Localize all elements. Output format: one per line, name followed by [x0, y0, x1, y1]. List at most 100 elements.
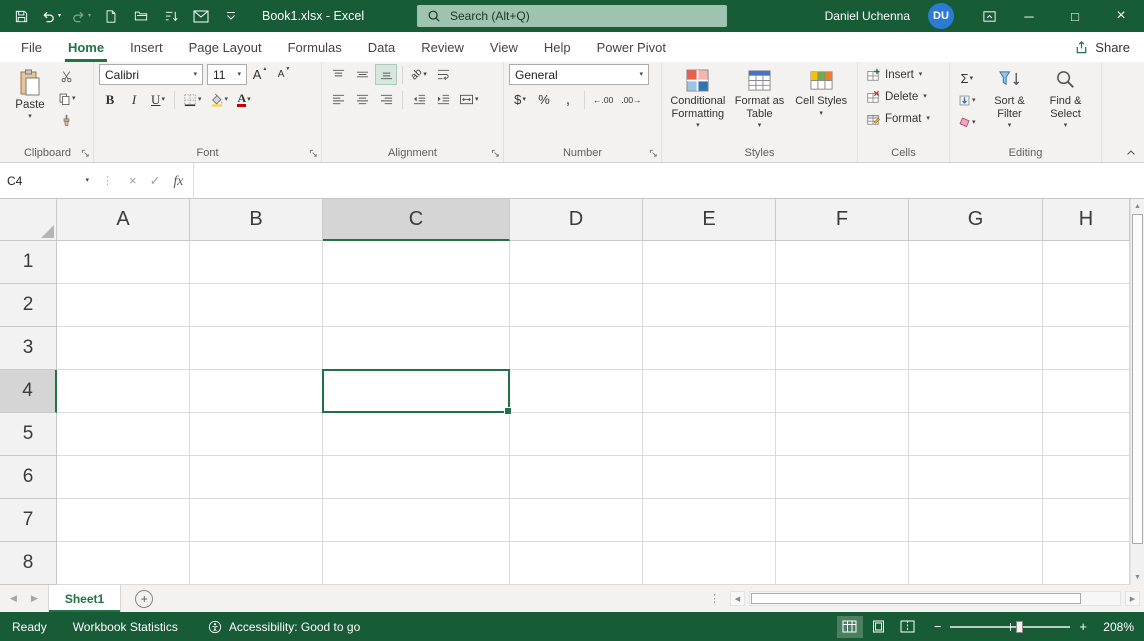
- undo-button[interactable]: ▾: [38, 2, 64, 30]
- underline-button[interactable]: U ▾: [147, 89, 169, 110]
- cell-E8[interactable]: [643, 542, 776, 585]
- tab-scrollbar-splitter[interactable]: ⋮: [709, 592, 720, 605]
- zoom-slider[interactable]: [950, 620, 1070, 634]
- minimize-button[interactable]: ─: [1006, 0, 1052, 32]
- normal-view-button[interactable]: [837, 616, 863, 638]
- row-header-7[interactable]: 7: [0, 499, 57, 542]
- row-header-4[interactable]: 4: [0, 370, 57, 413]
- cell-A4[interactable]: [57, 370, 190, 413]
- name-box[interactable]: C4 ▾: [0, 163, 96, 198]
- cell-D3[interactable]: [510, 327, 643, 370]
- cell-D6[interactable]: [510, 456, 643, 499]
- row-header-5[interactable]: 5: [0, 413, 57, 456]
- tab-power-pivot[interactable]: Power Pivot: [584, 32, 679, 62]
- cell-F4[interactable]: [776, 370, 909, 413]
- cancel-button[interactable]: ×: [129, 173, 137, 188]
- horizontal-scroll-track[interactable]: [749, 591, 1121, 606]
- cell-A6[interactable]: [57, 456, 190, 499]
- cell-C2[interactable]: [323, 284, 510, 327]
- cell-G7[interactable]: [909, 499, 1043, 542]
- align-right-button[interactable]: [375, 89, 397, 110]
- cell-C8[interactable]: [323, 542, 510, 585]
- name-box-resizer[interactable]: ⋮: [96, 163, 119, 198]
- middle-align-button[interactable]: [351, 64, 373, 85]
- collapse-ribbon-button[interactable]: [1125, 147, 1137, 159]
- share-button[interactable]: Share: [1074, 32, 1130, 62]
- cell-E4[interactable]: [643, 370, 776, 413]
- tab-home[interactable]: Home: [55, 32, 117, 62]
- cell-B5[interactable]: [190, 413, 323, 456]
- cell-H4[interactable]: [1043, 370, 1130, 413]
- insert-function-button[interactable]: fx: [174, 173, 184, 189]
- horizontal-scroll-thumb[interactable]: [751, 593, 1081, 604]
- email-button[interactable]: [188, 2, 214, 30]
- tab-view[interactable]: View: [477, 32, 531, 62]
- cell-C3[interactable]: [323, 327, 510, 370]
- maximize-button[interactable]: □: [1052, 0, 1098, 32]
- cell-E3[interactable]: [643, 327, 776, 370]
- cell-D7[interactable]: [510, 499, 643, 542]
- cell-D2[interactable]: [510, 284, 643, 327]
- cell-B1[interactable]: [190, 241, 323, 284]
- row-header-6[interactable]: 6: [0, 456, 57, 499]
- user-name[interactable]: Daniel Uchenna: [825, 9, 910, 23]
- insert-cells-button[interactable]: Insert ▾: [863, 64, 944, 85]
- sort-filter-button[interactable]: Sort & Filter ▾: [982, 66, 1038, 143]
- clipboard-dialog-launcher[interactable]: [81, 149, 90, 158]
- search-box[interactable]: Search (Alt+Q): [417, 5, 727, 27]
- cell-A8[interactable]: [57, 542, 190, 585]
- scroll-right-button[interactable]: ▶: [1125, 591, 1140, 606]
- tab-review[interactable]: Review: [408, 32, 477, 62]
- cell-G3[interactable]: [909, 327, 1043, 370]
- cell-styles-button[interactable]: Cell Styles ▾: [790, 66, 852, 143]
- accounting-format-button[interactable]: $ ▾: [509, 89, 531, 110]
- merge-center-button[interactable]: ▾: [456, 89, 482, 110]
- cell-B4[interactable]: [190, 370, 323, 413]
- orientation-button[interactable]: ab ▾: [408, 64, 430, 85]
- cell-A3[interactable]: [57, 327, 190, 370]
- open-file-button[interactable]: [128, 2, 154, 30]
- format-as-table-button[interactable]: Format as Table ▾: [729, 66, 791, 143]
- wrap-text-button[interactable]: [432, 64, 454, 85]
- conditional-formatting-button[interactable]: Conditional Formatting ▾: [667, 66, 729, 143]
- sheet-tab-sheet1[interactable]: Sheet1: [48, 585, 121, 612]
- clear-button[interactable]: ▾: [955, 112, 979, 133]
- font-color-button[interactable]: A ▾: [233, 89, 255, 110]
- column-header-B[interactable]: B: [190, 199, 323, 241]
- cell-C6[interactable]: [323, 456, 510, 499]
- increase-indent-button[interactable]: [432, 89, 454, 110]
- cell-C7[interactable]: [323, 499, 510, 542]
- horizontal-scrollbar[interactable]: ⋮ ◀ ▶: [709, 585, 1144, 612]
- cell-D5[interactable]: [510, 413, 643, 456]
- cell-E5[interactable]: [643, 413, 776, 456]
- tab-formulas[interactable]: Formulas: [275, 32, 355, 62]
- cell-D8[interactable]: [510, 542, 643, 585]
- sort-button[interactable]: [158, 2, 184, 30]
- tab-insert[interactable]: Insert: [117, 32, 176, 62]
- ribbon-display-options-button[interactable]: [972, 0, 1006, 32]
- scroll-up-button[interactable]: ▲: [1131, 199, 1144, 214]
- cell-C1[interactable]: [323, 241, 510, 284]
- percent-style-button[interactable]: %: [533, 89, 555, 110]
- format-painter-button[interactable]: [55, 110, 79, 131]
- cell-F6[interactable]: [776, 456, 909, 499]
- cell-F8[interactable]: [776, 542, 909, 585]
- column-header-H[interactable]: H: [1043, 199, 1130, 241]
- cell-A1[interactable]: [57, 241, 190, 284]
- cell-G6[interactable]: [909, 456, 1043, 499]
- cell-F3[interactable]: [776, 327, 909, 370]
- cell-F2[interactable]: [776, 284, 909, 327]
- cell-B2[interactable]: [190, 284, 323, 327]
- previous-sheet-button[interactable]: ◀: [10, 593, 17, 604]
- avatar[interactable]: DU: [928, 3, 954, 29]
- page-break-preview-button[interactable]: [895, 616, 921, 638]
- zoom-out-button[interactable]: −: [934, 619, 942, 634]
- cell-E6[interactable]: [643, 456, 776, 499]
- bold-button[interactable]: B: [99, 89, 121, 110]
- row-header-8[interactable]: 8: [0, 542, 57, 585]
- decrease-decimal-button[interactable]: .00→: [618, 89, 644, 110]
- align-left-button[interactable]: [327, 89, 349, 110]
- number-dialog-launcher[interactable]: [649, 149, 658, 158]
- align-center-button[interactable]: [351, 89, 373, 110]
- borders-button[interactable]: ▾: [180, 89, 205, 110]
